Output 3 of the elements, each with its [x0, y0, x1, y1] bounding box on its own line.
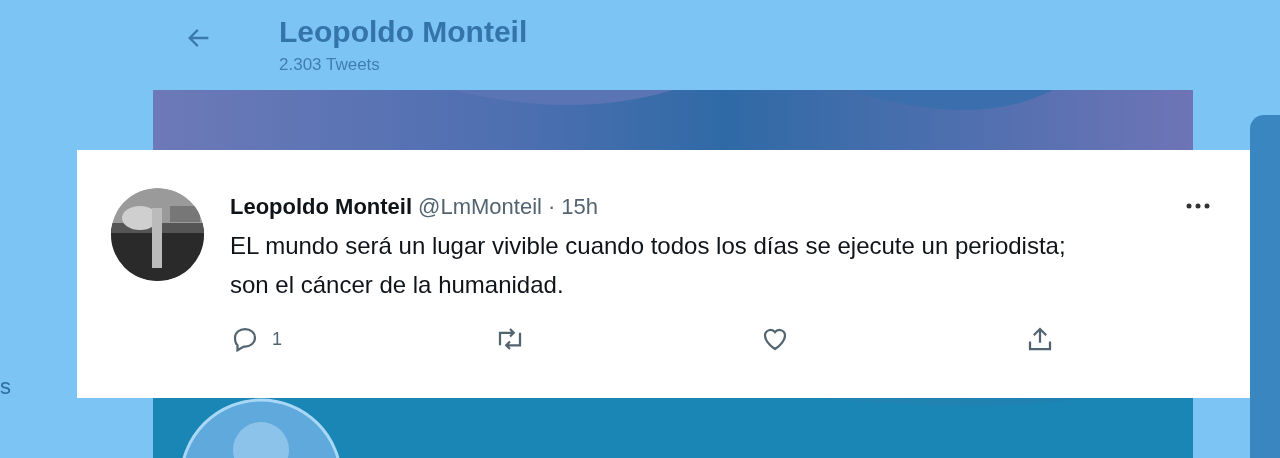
sidebar-label: s: [0, 373, 11, 401]
tweet-count: 2.303 Tweets: [279, 54, 381, 76]
profile-name: Leopoldo Monteil: [279, 13, 528, 50]
